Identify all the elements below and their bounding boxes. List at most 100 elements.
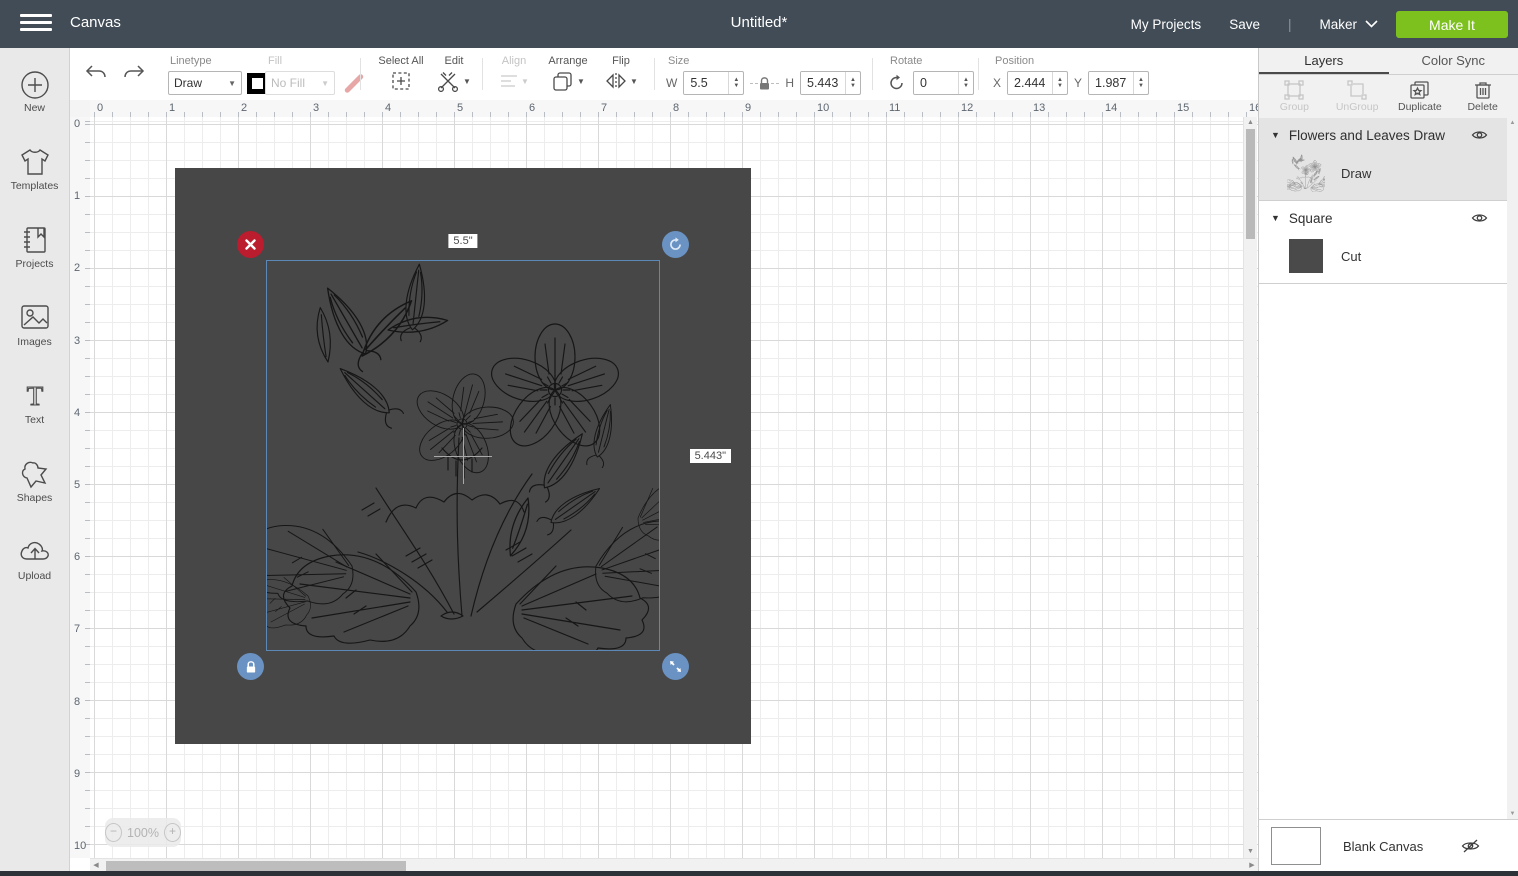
sidebar-item-shapes[interactable]: Shapes: [0, 450, 69, 528]
layer-group-header[interactable]: ▼ Square: [1259, 201, 1518, 235]
fill-pen-icon: [340, 72, 362, 94]
ruler-number: 7: [601, 102, 607, 114]
linetype-label: Linetype: [170, 55, 212, 67]
close-icon: [245, 239, 256, 250]
layer-group-flowers[interactable]: ▼ Flowers and Leaves Draw Draw: [1259, 118, 1518, 201]
undo-icon[interactable]: [84, 63, 108, 83]
selection-height-label: 5.443": [690, 449, 731, 463]
zoom-out-button[interactable]: −: [105, 823, 122, 842]
sidebar-item-images[interactable]: Images: [0, 294, 69, 372]
layer-group-square[interactable]: ▼ Square Cut: [1259, 201, 1518, 284]
canvas-grid[interactable]: 5.5" 5.443": [90, 117, 1258, 858]
visibility-eye-icon[interactable]: [1471, 129, 1488, 141]
plus-circle-icon: [0, 69, 69, 101]
chevron-down-icon[interactable]: ▼: [1271, 213, 1280, 223]
x-axis-label: X: [993, 76, 1001, 90]
edit-scissors-icon: [437, 70, 461, 92]
align-menu-button: Align ▼: [492, 48, 536, 94]
lock-handle[interactable]: [237, 653, 264, 680]
vertical-scrollbar[interactable]: ▲ ▼: [1243, 117, 1257, 858]
ruler-number: 13: [1033, 102, 1045, 114]
sidebar-item-new[interactable]: New: [0, 60, 69, 138]
layer-item-draw[interactable]: Draw: [1259, 152, 1518, 200]
ruler-number: 1: [169, 102, 175, 114]
duplicate-icon: [1409, 80, 1431, 100]
save-link[interactable]: Save: [1229, 17, 1260, 32]
ruler-number: 2: [74, 262, 80, 274]
rotate-arrow-icon: [668, 237, 683, 252]
scroll-up-arrow[interactable]: ▲: [1244, 117, 1257, 129]
shirt-icon: [0, 147, 69, 179]
horizontal-scroll-thumb[interactable]: [106, 861, 406, 871]
layer-list-scrollbar[interactable]: ▲ ▼: [1507, 118, 1518, 819]
select-all-button[interactable]: Select All: [372, 48, 430, 94]
y-stepper[interactable]: ▲▼: [1133, 72, 1148, 94]
arrange-menu-button[interactable]: Arrange ▼: [540, 48, 596, 94]
selection-bounding-box[interactable]: 5.5" 5.443": [266, 260, 660, 651]
group-button: Group: [1265, 80, 1323, 113]
ruler-number: 2: [241, 102, 247, 114]
redo-icon[interactable]: [122, 63, 146, 83]
rotate-field: ▲▼: [913, 71, 974, 95]
x-position-input[interactable]: [1008, 72, 1052, 94]
ruler-number: 0: [74, 118, 80, 130]
ruler-vertical: 012345678910: [70, 117, 91, 858]
cricut-design-space-app: Canvas Untitled* My Projects Save | Make…: [0, 0, 1518, 876]
vertical-scroll-thumb[interactable]: [1246, 129, 1255, 239]
scroll-down-arrow[interactable]: ▼: [1507, 811, 1518, 817]
flip-menu-button[interactable]: Flip ▼: [600, 48, 642, 94]
notebook-icon: [0, 225, 69, 257]
scroll-up-arrow[interactable]: ▲: [1507, 120, 1518, 126]
sidebar-item-text[interactable]: T Text: [0, 372, 69, 450]
ruler-corner: [70, 100, 91, 118]
ruler-number: 7: [74, 623, 80, 635]
delete-button[interactable]: Delete: [1454, 80, 1512, 113]
trash-icon: [1474, 80, 1492, 100]
visibility-eye-off-icon[interactable]: [1461, 839, 1480, 853]
rotate-input[interactable]: [914, 72, 958, 94]
delete-handle[interactable]: [237, 231, 264, 258]
group-icon: [1283, 80, 1305, 100]
rotate-stepper[interactable]: ▲▼: [958, 72, 973, 94]
layer-group-header[interactable]: ▼ Flowers and Leaves Draw: [1259, 118, 1518, 152]
edit-toolbar: Linetype Draw▼ Fill No Fill▼ Select All …: [70, 48, 1258, 101]
height-input[interactable]: [801, 72, 845, 94]
visibility-eye-icon[interactable]: [1471, 212, 1488, 224]
width-input[interactable]: [684, 72, 728, 94]
rotate-icon: [888, 74, 906, 92]
x-stepper[interactable]: ▲▼: [1052, 72, 1067, 94]
sidebar-item-templates[interactable]: Templates: [0, 138, 69, 216]
ruler-number: 0: [97, 102, 103, 114]
y-position-input[interactable]: [1089, 72, 1133, 94]
zoom-in-button[interactable]: +: [164, 823, 181, 842]
canvas-color-swatch[interactable]: [1271, 827, 1321, 865]
tab-layers[interactable]: Layers: [1259, 48, 1389, 74]
sidebar-item-upload[interactable]: Upload: [0, 528, 69, 606]
my-projects-link[interactable]: My Projects: [1131, 17, 1202, 32]
ruler-number: 6: [529, 102, 535, 114]
scroll-down-arrow[interactable]: ▼: [1244, 846, 1257, 858]
ruler-number: 3: [74, 335, 80, 347]
height-stepper[interactable]: ▲▼: [845, 72, 860, 94]
sidebar-item-projects[interactable]: Projects: [0, 216, 69, 294]
machine-selector[interactable]: Maker: [1319, 17, 1378, 32]
layer-item-cut[interactable]: Cut: [1259, 235, 1518, 283]
resize-handle[interactable]: [662, 653, 689, 680]
ruler-number: 10: [74, 840, 86, 852]
arrange-icon: [551, 70, 575, 92]
make-it-button[interactable]: Make It: [1396, 11, 1508, 38]
image-icon: [0, 303, 69, 335]
select-all-icon: [372, 68, 430, 94]
rotate-handle[interactable]: [662, 231, 689, 258]
tab-color-sync[interactable]: Color Sync: [1389, 48, 1518, 74]
linetype-dropdown[interactable]: Draw▼: [168, 71, 242, 95]
height-field: ▲▼: [800, 71, 861, 95]
width-stepper[interactable]: ▲▼: [728, 72, 743, 94]
ruler-number: 9: [74, 768, 80, 780]
text-icon: T: [0, 381, 69, 413]
aspect-lock-icon[interactable]: [750, 76, 779, 91]
duplicate-button[interactable]: Duplicate: [1391, 80, 1449, 113]
left-sidebar: New Templates Projects Images T Text Sha…: [0, 48, 70, 871]
edit-menu-button[interactable]: Edit ▼: [434, 48, 474, 94]
chevron-down-icon[interactable]: ▼: [1271, 130, 1280, 140]
